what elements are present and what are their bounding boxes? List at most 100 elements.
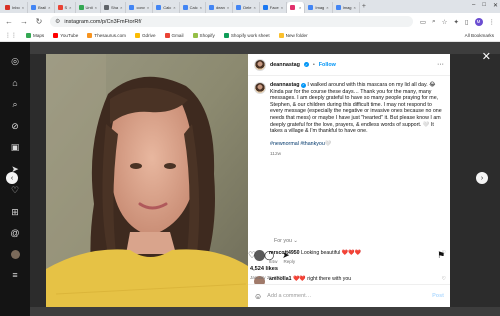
browser-tab[interactable]: Unti × [76,2,101,13]
post-photo-illustration [46,54,248,307]
tab-close-icon[interactable]: × [253,5,255,10]
browser-tab[interactable]: Dele × [233,2,260,13]
profile-avatar[interactable]: M [474,17,483,26]
bookmarks-bar: ⋮⋮ Maps YouTube Thesaurus.com Gdrive Gmail Sh… [0,30,500,42]
site-info-icon[interactable]: ⚙ [55,18,60,25]
tab-label: Brail [38,5,47,10]
cast-icon[interactable]: ▭ [420,18,426,26]
tab-close-icon[interactable]: × [227,5,229,10]
sidepanel-icon[interactable]: ▯ [465,18,469,26]
browser-tab[interactable]: S × [55,2,76,13]
tab-favicon-icon [290,5,296,10]
forward-icon[interactable]: → [20,17,28,26]
bookmark-label: Gmail [171,33,184,38]
follow-button[interactable]: Follow [319,62,336,68]
browser-tab[interactable]: Imag × [305,2,333,13]
background-content [30,42,500,54]
bookmark-item[interactable]: Thesaurus.com [87,33,126,38]
post-comment-button[interactable]: Post [432,293,444,299]
browser-tab[interactable]: Inbo × [2,2,29,13]
tab-close-icon[interactable]: × [173,5,175,10]
star-icon[interactable]: ☆ [442,18,448,26]
search-icon[interactable]: ⌕ [10,99,20,109]
caption-avatar[interactable] [254,82,266,94]
likes-count[interactable]: 4,524 likes [250,266,278,272]
bookmark-item[interactable]: Shopify [192,33,215,38]
minimize-icon[interactable]: – [472,2,475,9]
url-bar[interactable]: ⚙ instagram.com/p/Cn3FmFtorRf/ [50,16,413,27]
bookmark-favicon-icon [87,33,93,38]
browser-tab[interactable]: Sha × [101,2,127,13]
like-icon[interactable]: ♡ [248,250,256,261]
extensions-icon[interactable]: ✦ [453,18,458,26]
save-bookmark-icon[interactable]: ⚑ [437,250,445,261]
menu-icon[interactable]: ⋮ [489,18,496,26]
tab-close-icon[interactable]: × [200,5,202,10]
back-icon[interactable]: ← [5,17,13,26]
instagram-logo-icon[interactable]: ◎ [10,56,20,66]
browser-tab[interactable]: Face × [260,2,288,13]
new-tab-icon[interactable]: + [362,3,366,10]
tab-close-icon[interactable]: × [147,5,149,10]
tab-label: Face [269,5,279,10]
emoji-icon[interactable]: ☺ [254,292,262,301]
more-options-icon[interactable]: ··· [437,61,444,68]
tab-close-icon[interactable]: × [95,5,97,10]
home-icon[interactable]: ⌂ [10,78,20,88]
add-comment-input[interactable]: Add a comment… [267,293,311,299]
browser-tab[interactable]: × [287,2,306,13]
reload-icon[interactable]: ↻ [35,17,43,26]
author-username[interactable]: deannastag [270,62,300,68]
bookmark-item[interactable]: Gdrive [134,33,156,38]
share-icon[interactable]: ➤ [282,250,290,261]
tab-favicon-icon [335,5,341,10]
create-icon[interactable]: ⊞ [10,207,20,217]
apps-icon[interactable]: ⋮⋮ [5,32,17,39]
tab-label: conv [136,5,145,10]
author-avatar[interactable] [254,58,266,71]
tab-close-icon[interactable]: × [299,5,301,10]
tab-close-icon[interactable]: × [120,5,122,10]
close-window-icon[interactable]: ✕ [493,2,498,9]
bookmark-label: Maps [33,33,45,38]
prev-post-icon[interactable]: ‹ [6,172,18,184]
bookmark-label: Thesaurus.com [94,33,126,38]
reels-icon[interactable]: ▣ [10,142,20,152]
browser-tab[interactable]: Calc × [180,2,206,13]
for-you-toggle[interactable]: For you ⌄ [274,238,298,244]
profile-avatar-icon[interactable] [10,249,20,259]
bookmark-item[interactable]: New folder [278,33,308,38]
bookmark-item[interactable]: YouTube [53,33,78,38]
all-bookmarks-button[interactable]: All Bookmarks [465,33,494,38]
tab-favicon-icon [308,5,314,10]
more-menu-icon[interactable]: ≡ [10,270,20,280]
tab-close-icon[interactable]: × [326,5,328,10]
tab-close-icon[interactable]: × [281,5,283,10]
comment-icon[interactable]: ◯ [264,250,274,261]
bookmark-item[interactable]: Gmail [164,33,184,38]
browser-tab[interactable]: conv × [126,2,154,13]
maximize-icon[interactable]: □ [482,2,486,9]
threads-icon[interactable]: @ [10,228,20,238]
browser-tab[interactable]: dean × [206,2,234,13]
tab-label: Inbo [12,5,20,10]
tab-close-icon[interactable]: × [48,5,50,10]
caption-username[interactable]: deannastag [270,82,299,88]
tab-close-icon[interactable]: × [354,5,356,10]
bookmark-favicon-icon [53,33,59,38]
notifications-icon[interactable]: ♡ [10,185,20,195]
tab-label: Sha [110,5,119,10]
explore-icon[interactable]: ⊘ [10,121,20,131]
background-content-bottom [30,307,500,316]
browser-tab[interactable]: Calc × [153,2,180,13]
bookmark-item[interactable]: Shopify work sheet [223,33,270,38]
caption-hashtags[interactable]: #newnormal #thankyou🤍 [270,141,331,147]
browser-tab[interactable]: Imag × [333,2,360,13]
tab-close-icon[interactable]: × [69,5,71,10]
next-post-icon[interactable]: › [476,172,488,184]
bookmark-item[interactable]: Maps [26,33,44,38]
browser-tab[interactable]: Brail × [28,2,55,13]
tab-close-icon[interactable]: × [22,5,24,10]
zoom-icon[interactable]: ⌕ [432,18,436,26]
close-modal-icon[interactable]: ✕ [482,50,491,63]
